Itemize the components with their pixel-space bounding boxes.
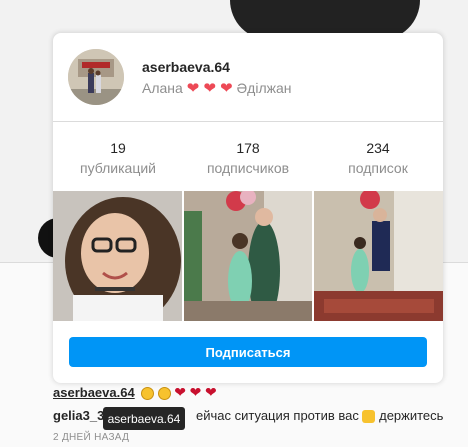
- comment-emojis: ❤ ❤ ❤: [141, 384, 217, 401]
- stat-posts-count: 19: [110, 140, 126, 156]
- recent-photo-3[interactable]: [314, 191, 443, 321]
- comment-text-2: ейчас ситуация против вас держитесь: [196, 408, 444, 424]
- stat-followers-count: 178: [236, 140, 260, 156]
- heart-icon: ❤: [189, 384, 202, 400]
- username-tooltip: aserbaeva.64: [103, 407, 185, 430]
- profile-username[interactable]: aserbaeva.64: [142, 59, 230, 75]
- profile-hover-card: aserbaeva.64 Алана ❤ ❤ ❤ Әділжан 19 публ…: [53, 33, 443, 383]
- heart-emoji-icons: ❤ ❤ ❤: [186, 80, 233, 97]
- comment-username-1[interactable]: aserbaeva.64: [53, 385, 135, 400]
- flexed-biceps-icon: [362, 410, 376, 424]
- fullname-prefix: Алана: [142, 80, 183, 96]
- comment-text-tail: держитесь: [379, 408, 444, 423]
- heart-icon: ❤: [174, 384, 186, 400]
- profile-card-header: aserbaeva.64 Алана ❤ ❤ ❤ Әділжан: [53, 33, 443, 121]
- profile-stats: 19 публикаций 178 подписчиков 234 подпис…: [53, 121, 443, 191]
- recent-photo-1[interactable]: [53, 191, 182, 321]
- post-timestamp[interactable]: 2 ДНЕЙ НАЗАД: [53, 432, 129, 443]
- hugging-face-icon: [157, 387, 171, 401]
- profile-avatar[interactable]: [68, 49, 124, 105]
- recent-photos-grid: [53, 191, 443, 321]
- smiling-face-icon: [141, 387, 154, 401]
- stat-following-count: 234: [366, 140, 390, 156]
- follow-button[interactable]: Подписаться: [69, 337, 427, 367]
- comment-username-2[interactable]: gelia3_3: [53, 408, 104, 423]
- stat-posts: 19 публикаций: [53, 122, 183, 191]
- fullname-suffix: Әділжан: [236, 80, 292, 96]
- recent-photo-2[interactable]: [183, 191, 313, 321]
- stat-following-label: подписок: [348, 160, 408, 176]
- stat-following[interactable]: 234 подписок: [313, 122, 443, 191]
- profile-fullname: Алана ❤ ❤ ❤ Әділжан: [142, 79, 292, 97]
- stat-followers[interactable]: 178 подписчиков: [183, 122, 313, 191]
- stat-followers-label: подписчиков: [206, 160, 290, 176]
- comment-text-body: ейчас ситуация против вас: [196, 408, 359, 423]
- heart-icon: ❤: [204, 384, 217, 400]
- stat-posts-label: публикаций: [80, 160, 156, 176]
